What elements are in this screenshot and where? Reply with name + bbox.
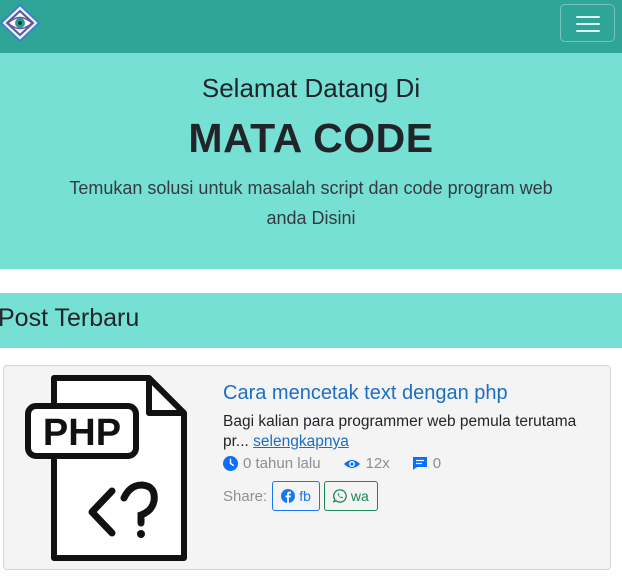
post-time-text: 0 tahun lalu [243, 455, 321, 472]
share-label: Share: [223, 487, 268, 505]
post-card: PHP Cara mencetak text dengan php Bagi k… [3, 365, 611, 570]
facebook-icon [281, 489, 296, 503]
hero-title: MATA CODE [188, 115, 434, 161]
post-meta: 0 tahun lalu 12x 0 [223, 455, 463, 472]
post-views: 12x [343, 455, 390, 472]
hero-banner: Selamat Datang Di MATA CODE Temukan solu… [0, 53, 622, 269]
share-whatsapp-button[interactable]: wa [323, 481, 378, 511]
eye-icon [343, 459, 360, 468]
eye-diamond-logo-icon[interactable] [0, 4, 40, 42]
comment-icon [412, 457, 427, 470]
hero-subtitle: Selamat Datang Di [201, 73, 421, 103]
share-facebook-label: fb [299, 488, 311, 504]
navbar-toggler-button[interactable] [560, 4, 615, 42]
clock-icon [223, 456, 238, 471]
section-header: Post Terbaru [0, 293, 622, 348]
post-excerpt: Bagi kalian para programmer web pemula t… [223, 412, 595, 452]
share-bar: Share: fb wa [223, 481, 382, 511]
post-comments-text: 0 [432, 455, 442, 472]
post-views-text: 12x [365, 455, 390, 472]
read-more-link[interactable]: selengkapnya [253, 433, 349, 450]
php-file-icon[interactable]: PHP [24, 371, 190, 565]
share-facebook-button[interactable]: fb [272, 481, 320, 511]
navbar [0, 0, 622, 53]
section-title: Post Terbaru [0, 304, 140, 332]
whatsapp-icon [332, 489, 347, 503]
php-label: PHP [43, 412, 121, 454]
post-title-link[interactable]: Cara mencetak text dengan php [223, 382, 508, 405]
hero-description: Temukan solusi untuk masalah script dan … [69, 178, 553, 228]
post-comments: 0 [412, 455, 441, 472]
post-time: 0 tahun lalu [223, 455, 321, 472]
share-whatsapp-label: wa [350, 488, 369, 504]
